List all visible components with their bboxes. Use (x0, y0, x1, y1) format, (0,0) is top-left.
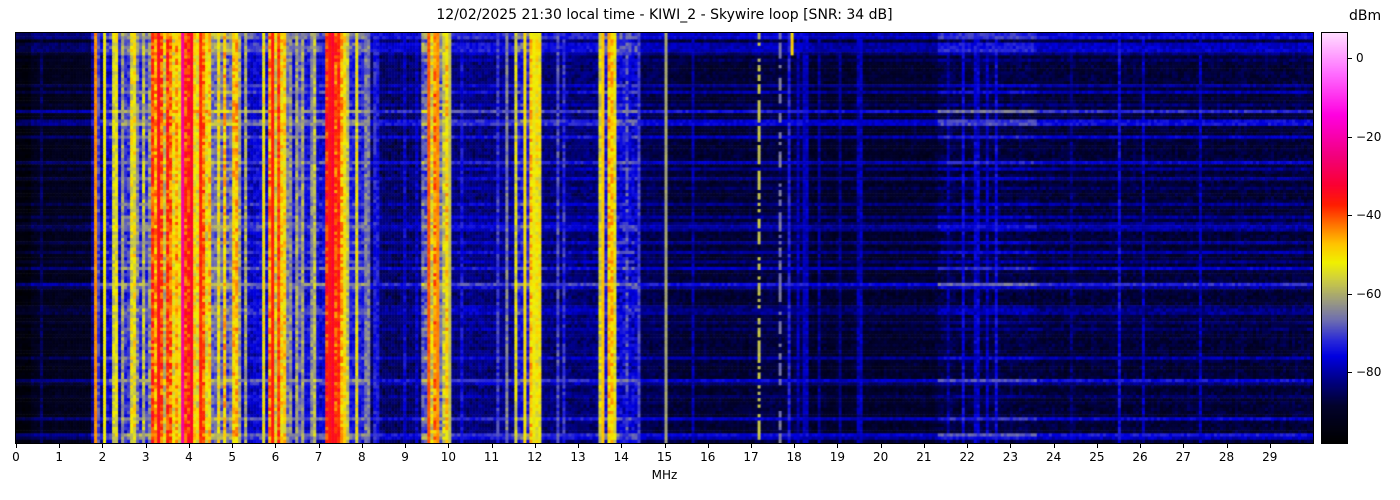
x-tick-mark (1096, 444, 1098, 448)
colorbar-tick-mark (1348, 371, 1352, 373)
x-tick-mark (318, 444, 320, 448)
x-tick-mark (102, 444, 104, 448)
x-tick-mark (750, 444, 752, 448)
colorbar-tick-label: −60 (1356, 286, 1382, 301)
x-tick-label: 6 (271, 450, 280, 464)
x-tick-mark (59, 444, 61, 448)
x-tick-label: 25 (1089, 450, 1105, 464)
x-tick-label: 12 (527, 450, 543, 464)
plot-title: 12/02/2025 21:30 local time - KIWI_2 - S… (436, 7, 893, 23)
x-tick-mark (967, 444, 969, 448)
colorbar-tick-mark (1348, 58, 1352, 60)
x-tick-label: 8 (358, 450, 366, 464)
x-tick-label: 26 (1132, 450, 1148, 464)
x-tick-label: 13 (570, 450, 586, 464)
x-tick-label: 3 (141, 450, 150, 464)
x-tick-mark (1226, 444, 1228, 448)
x-tick-mark (188, 444, 190, 448)
x-tick-mark (16, 444, 17, 448)
x-tick-label: 19 (829, 450, 846, 464)
x-tick-mark (923, 444, 925, 448)
x-tick-label: 11 (483, 450, 500, 464)
x-tick-label: 21 (916, 450, 932, 464)
colorbar-tick-mark (1348, 215, 1352, 217)
x-tick-mark (448, 444, 450, 448)
x-tick-label: 1 (55, 450, 64, 464)
x-tick-mark (1010, 444, 1012, 448)
x-tick-mark (1140, 444, 1142, 448)
x-tick-mark (232, 444, 234, 448)
x-tick-label: 29 (1262, 450, 1278, 464)
colorbar-frame (1321, 32, 1348, 444)
x-tick-mark (837, 444, 839, 448)
spectrogram-figure: 12/02/2025 21:30 local time - KIWI_2 - S… (0, 0, 1400, 500)
x-tick-label: 18 (786, 450, 802, 464)
x-tick-label: 0 (12, 450, 20, 464)
x-tick-label: 14 (613, 450, 629, 464)
x-tick-label: 28 (1218, 450, 1235, 464)
x-tick-mark (534, 444, 536, 448)
x-tick-mark (1053, 444, 1055, 448)
colorbar-tick-label: −40 (1356, 208, 1382, 223)
x-tick-mark (880, 444, 882, 448)
x-tick-label: 24 (1045, 450, 1062, 464)
x-tick-mark (794, 444, 796, 448)
colorbar-tick-mark (1348, 136, 1352, 138)
x-tick-label: 27 (1175, 450, 1191, 464)
x-tick-mark (145, 444, 147, 448)
colorbar-unit-label: dBm (1349, 8, 1382, 24)
colorbar-gradient (1322, 33, 1347, 443)
x-tick-label: 16 (700, 450, 716, 464)
colorbar-tick-mark (1348, 293, 1352, 295)
x-tick-mark (405, 444, 407, 448)
x-tick-label: 15 (656, 450, 673, 464)
x-tick-mark (1183, 444, 1185, 448)
x-tick-label: 10 (440, 450, 456, 464)
x-tick-mark (664, 444, 666, 448)
x-tick-label: 4 (185, 450, 193, 464)
x-tick-label: 22 (959, 450, 975, 464)
colorbar-tick-label: 0 (1356, 51, 1364, 66)
x-tick-mark (1269, 444, 1271, 448)
x-tick-label: 9 (401, 450, 409, 464)
x-tick-label: 20 (873, 450, 889, 464)
x-axis-label: MHz (651, 468, 678, 482)
x-tick-label: 17 (743, 450, 759, 464)
x-tick-mark (361, 444, 363, 448)
x-tick-mark (578, 444, 580, 448)
colorbar-tick-label: −20 (1356, 129, 1382, 144)
x-tick-label: 23 (1002, 450, 1018, 464)
plot-frame (15, 32, 1314, 444)
x-tick-mark (275, 444, 277, 448)
spectrogram-heatmap (16, 33, 1313, 443)
colorbar-tick-label: −80 (1356, 364, 1382, 379)
x-tick-label: 2 (98, 450, 107, 464)
x-tick-label: 5 (228, 450, 236, 464)
x-tick-mark (707, 444, 709, 448)
x-tick-mark (621, 444, 623, 448)
x-tick-mark (491, 444, 493, 448)
x-tick-label: 7 (314, 450, 323, 464)
